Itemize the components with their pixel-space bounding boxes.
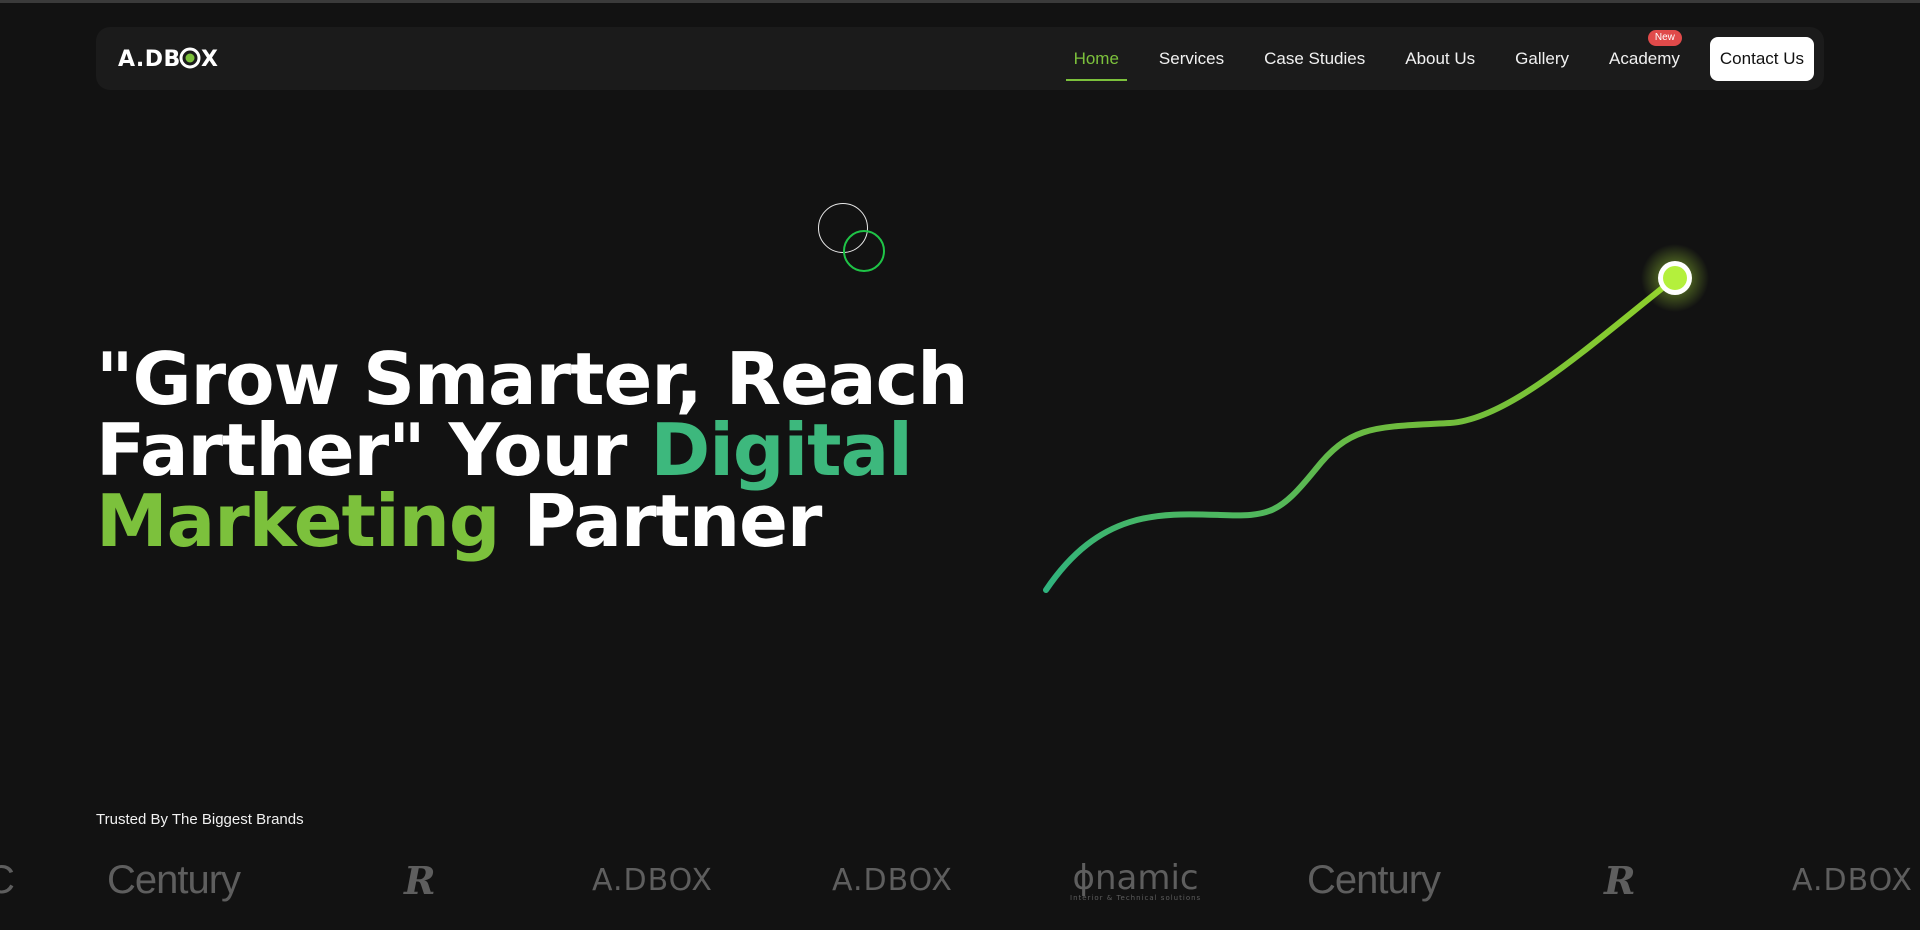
brand-namic-text: ɸnamic (1072, 858, 1199, 898)
nav-academy-label: Academy (1609, 49, 1680, 68)
brand-logo-century: Century (107, 857, 241, 902)
nav-about-us[interactable]: About Us (1405, 37, 1475, 81)
trusted-brands-label: Trusted By The Biggest Brands (96, 811, 304, 828)
svg-text:A.DB: A.DB (118, 47, 181, 72)
growth-curve (1043, 275, 1678, 593)
brand-logo-r: R (1604, 857, 1636, 903)
nav-academy[interactable]: Academy New (1609, 30, 1682, 81)
top-border (0, 0, 1920, 3)
main-nav: Home Services Case Studies About Us Gall… (1034, 30, 1814, 81)
brand-logo-century: Century (1307, 857, 1441, 902)
navbar: A.DB X Home Services Case Studies About … (96, 27, 1824, 90)
hero-highlight-marketing: Marketing (96, 479, 500, 563)
brand-logo-namic: ɸnamic Interior & Technical solutions (1070, 850, 1201, 910)
brand-logo-adbox: A.DBOX (592, 862, 713, 898)
cursor-circle-icon (843, 230, 885, 272)
new-badge: New (1647, 30, 1682, 46)
brand-logo-adbox: A.DBOX (832, 862, 953, 898)
growth-line-graphic (1043, 244, 1709, 593)
brand-logo-strip: C Century R A.DBOX A.DBOX ɸnamic Interio… (0, 850, 1920, 910)
brand-namic-subtitle: Interior & Technical solutions (1070, 894, 1202, 902)
nav-home[interactable]: Home (1065, 37, 1128, 81)
brand-logo-partial-c: C (0, 850, 15, 910)
contact-us-button[interactable]: Contact Us (1709, 37, 1814, 81)
nav-services[interactable]: Services (1159, 37, 1224, 81)
brand-logo-r: R (404, 857, 436, 903)
nav-case-studies[interactable]: Case Studies (1264, 37, 1365, 81)
brand-logo-adbox: A.DBOX (1792, 862, 1913, 898)
svg-text:X: X (201, 47, 218, 72)
adbox-logo[interactable]: A.DB X (118, 44, 222, 72)
nav-gallery[interactable]: Gallery (1515, 37, 1569, 81)
hero-line-3b: Partner (499, 479, 822, 563)
hero-headline: "Grow Smarter, Reach Farther" Your Digit… (96, 343, 996, 557)
